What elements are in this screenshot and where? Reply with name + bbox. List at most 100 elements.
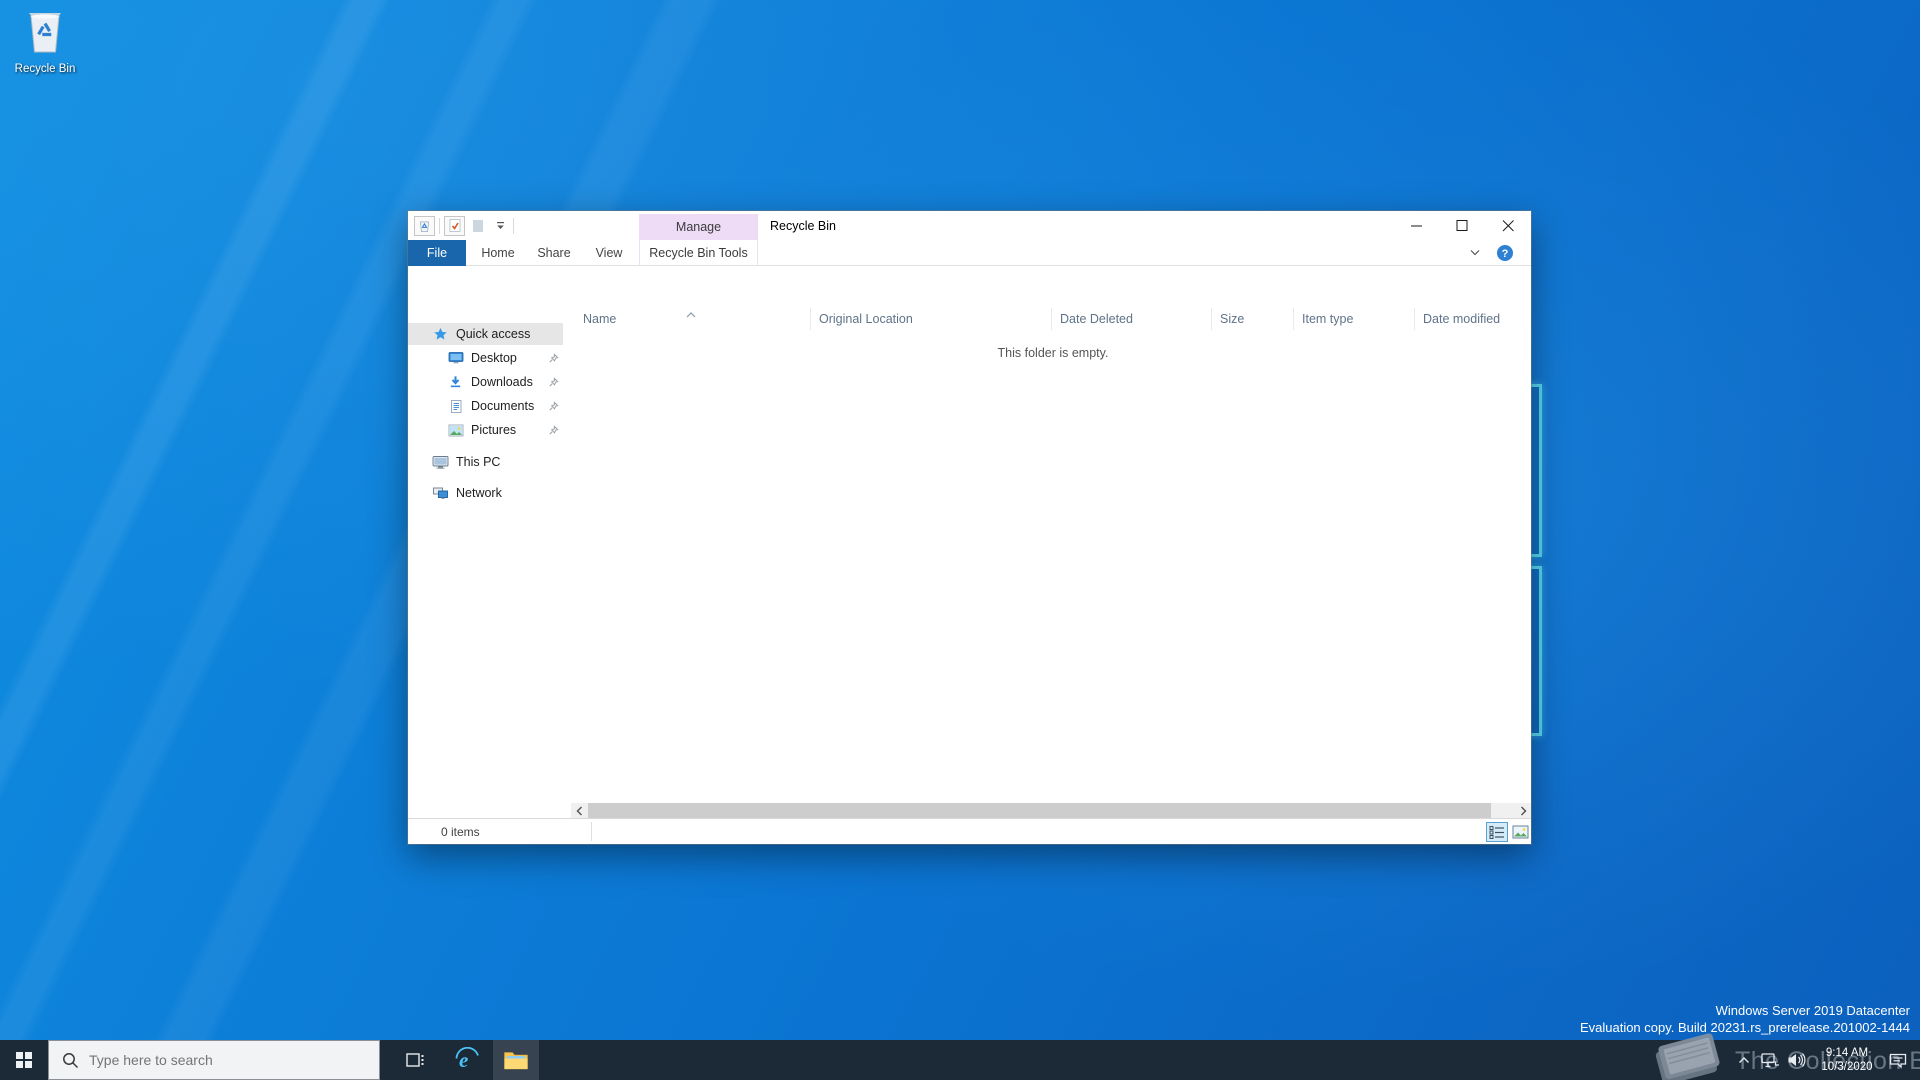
recycle-bin-icon: [23, 13, 67, 60]
sidebar-item-label: This PC: [456, 455, 501, 469]
qat-dropdown-icon: [496, 222, 504, 229]
column-header-date-modified[interactable]: Date modified: [1415, 308, 1531, 330]
sidebar-item-quick-access[interactable]: Quick access: [408, 323, 563, 345]
desktop-recycle-bin-shortcut[interactable]: Recycle Bin: [6, 6, 84, 75]
quick-access-star-icon: [432, 327, 449, 342]
clock-time: 9:14 AM: [1825, 1047, 1869, 1059]
help-button[interactable]: ?: [1497, 245, 1513, 261]
pin-icon: [548, 352, 559, 367]
volume-tray-button[interactable]: [1784, 1040, 1808, 1080]
column-header-size[interactable]: Size: [1212, 308, 1294, 330]
horizontal-scrollbar[interactable]: [571, 803, 1531, 818]
clock-date: 10/3/2020: [1821, 1061, 1873, 1073]
column-header-original-location[interactable]: Original Location: [811, 308, 1052, 330]
properties-check-icon: [449, 219, 460, 232]
network-tray-button[interactable]: [1758, 1040, 1782, 1080]
details-view-icon: [1489, 826, 1504, 839]
tab-share[interactable]: Share: [526, 240, 582, 266]
sort-ascending-icon: [685, 306, 697, 321]
tab-file[interactable]: File: [408, 240, 466, 266]
task-view-icon: [406, 1053, 424, 1067]
desktop-folder-icon: [447, 351, 464, 365]
action-center-button[interactable]: [1884, 1040, 1912, 1080]
titlebar[interactable]: Manage Recycle Bin: [408, 211, 1531, 240]
taskbar-search-input[interactable]: [89, 1052, 359, 1068]
quick-access-toolbar: [414, 215, 514, 236]
chevron-left-icon: [576, 806, 582, 815]
tab-recycle-bin-tools[interactable]: Recycle Bin Tools: [639, 240, 758, 266]
os-watermark-line2: Evaluation copy. Build 20231.rs_prerelea…: [1579, 1020, 1910, 1035]
pin-icon: [548, 376, 559, 391]
status-separator: [591, 822, 592, 841]
close-button[interactable]: [1485, 211, 1531, 240]
qat-separator-2: [513, 217, 514, 234]
tab-view[interactable]: View: [582, 240, 636, 266]
svg-text:e: e: [459, 1048, 468, 1072]
window-title: Recycle Bin: [770, 218, 836, 233]
window-body: Quick access Desktop Downloads Documents…: [408, 306, 1531, 803]
scroll-left-button[interactable]: [571, 803, 587, 818]
file-explorer-button[interactable]: [493, 1040, 539, 1080]
speaker-icon: [1788, 1053, 1805, 1067]
sidebar-item-pictures[interactable]: Pictures: [408, 419, 563, 441]
recycle-bin-mini-icon: [419, 220, 430, 232]
action-center-icon: [1889, 1053, 1907, 1069]
help-icon: ?: [1497, 245, 1513, 261]
explorer-window: Manage Recycle Bin File Home Share View …: [408, 211, 1531, 844]
tab-home[interactable]: Home: [470, 240, 526, 266]
scrollbar-track[interactable]: [587, 803, 1515, 818]
chevron-right-icon: [1520, 806, 1526, 815]
task-view-button[interactable]: [395, 1040, 435, 1080]
sidebar-item-desktop[interactable]: Desktop: [408, 347, 563, 369]
minimize-icon: [1411, 225, 1422, 227]
chevron-up-icon: [1739, 1057, 1749, 1063]
column-header-item-type[interactable]: Item type: [1294, 308, 1415, 330]
chevron-down-icon: [1470, 250, 1480, 256]
svg-text:?: ?: [1502, 248, 1509, 260]
manage-tab-header[interactable]: Manage: [639, 214, 758, 240]
desktop-icon-label: Recycle Bin: [14, 63, 76, 75]
column-header-date-deleted[interactable]: Date Deleted: [1052, 308, 1212, 330]
qat-separator: [439, 217, 440, 234]
collection-book-logo: [1648, 1026, 1732, 1080]
this-pc-icon: [432, 455, 449, 469]
large-icons-view-button[interactable]: [1509, 822, 1531, 842]
maximize-button[interactable]: [1439, 211, 1485, 240]
network-icon: [432, 486, 449, 500]
status-bar: 0 items: [408, 818, 1531, 844]
properties-button[interactable]: [444, 215, 465, 236]
column-headers: Name Original Location Date Deleted Size…: [575, 308, 1531, 332]
downloads-icon: [447, 375, 464, 389]
documents-icon: [447, 399, 464, 414]
internet-explorer-button[interactable]: e: [447, 1040, 487, 1080]
large-icons-view-icon: [1512, 825, 1528, 839]
sidebar-item-documents[interactable]: Documents: [408, 395, 563, 417]
customize-qat-button[interactable]: [491, 221, 509, 230]
scroll-right-button[interactable]: [1515, 803, 1531, 818]
file-explorer-icon: [504, 1052, 528, 1070]
details-view-button[interactable]: [1486, 822, 1508, 842]
windows-logo-icon: [16, 1052, 32, 1068]
sidebar-item-this-pc[interactable]: This PC: [408, 451, 563, 473]
pin-icon: [548, 424, 559, 439]
start-button[interactable]: [0, 1040, 48, 1080]
ribbon-tab-row: File Home Share View Recycle Bin Tools ?: [408, 240, 1531, 266]
show-hidden-icons-button[interactable]: [1734, 1040, 1754, 1080]
app-icon-button[interactable]: [414, 215, 435, 236]
sidebar-item-network[interactable]: Network: [408, 482, 563, 504]
items-count: 0 items: [441, 824, 480, 839]
desktop: Recycle Bin Windows Server 2019 Datacent…: [0, 0, 1920, 1080]
maximize-icon: [1456, 220, 1468, 231]
expand-ribbon-button[interactable]: [1465, 245, 1485, 261]
sidebar-item-downloads[interactable]: Downloads: [408, 371, 563, 393]
address-bar-row: Recycle Bin: [408, 266, 1531, 355]
taskbar-search-box[interactable]: [48, 1040, 380, 1080]
minimize-button[interactable]: [1393, 211, 1439, 240]
sidebar-item-label: Quick access: [456, 327, 531, 341]
os-watermark-line1: Windows Server 2019 Datacenter: [1715, 1003, 1910, 1018]
network-status-icon: [1761, 1052, 1779, 1067]
close-icon: [1502, 220, 1514, 232]
scrollbar-thumb[interactable]: [588, 803, 1491, 818]
os-watermark: Windows Server 2019 Datacenter Evaluatio…: [1580, 1002, 1910, 1036]
clock-tray-button[interactable]: 9:14 AM 10/3/2020: [1812, 1040, 1882, 1080]
